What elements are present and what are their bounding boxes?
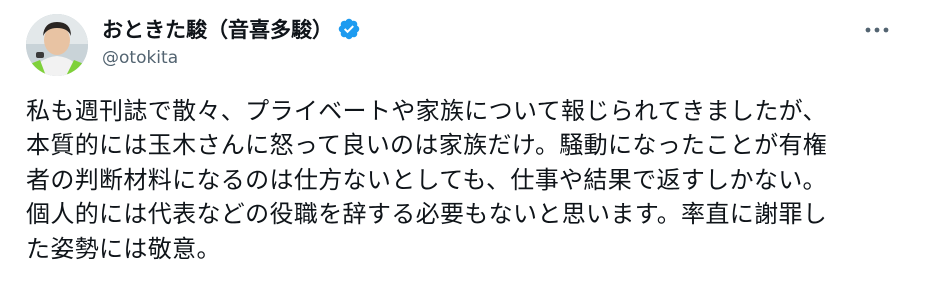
author-info: おときた駿（音喜多駿） @otokita — [102, 14, 361, 68]
post-text-line: 本質的には玉木さんに怒って良いのは家族だけ。騒動になったことが有権 — [26, 131, 828, 160]
post-header: おときた駿（音喜多駿） @otokita — [20, 12, 906, 78]
author-display-name[interactable]: おときた駿（音喜多駿） — [102, 14, 333, 44]
post-text: 私も週刊誌で散々、プライベートや家族について報じられてきましたが、 本質的には玉… — [20, 94, 906, 266]
post-text-line: た姿勢には敬意。 — [26, 234, 221, 263]
post-text-line: 個人的には代表などの役職を辞する必要もないと思います。率直に謝罪し — [26, 200, 828, 229]
post-text-line: 私も週刊誌で散々、プライベートや家族について報じられてきましたが、 — [26, 97, 827, 125]
post-card: おときた駿（音喜多駿） @otokita 私も週刊誌で散々、プライベートや家族に… — [0, 0, 926, 299]
verified-badge-icon[interactable] — [337, 17, 361, 41]
post-text-line: 者の判断材料になるのは仕方ないとしても、仕事や結果で返すしかない。 — [26, 165, 827, 194]
author-handle[interactable]: @otokita — [102, 48, 361, 68]
name-row: おときた駿（音喜多駿） — [102, 14, 361, 44]
avatar[interactable] — [26, 14, 88, 76]
avatar-image — [26, 14, 88, 76]
more-options-icon[interactable] — [860, 18, 894, 42]
